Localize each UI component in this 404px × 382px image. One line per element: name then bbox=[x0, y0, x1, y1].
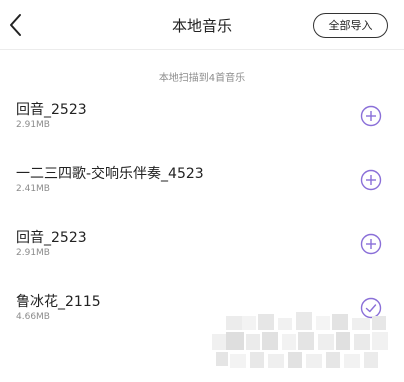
top-bar: 本地音乐 全部导入 bbox=[0, 0, 404, 50]
song-title: 回音_2523 bbox=[16, 102, 87, 118]
song-title: 鲁冰花_2115 bbox=[16, 294, 101, 310]
watermark-blur bbox=[212, 312, 404, 382]
song-item: 一二三四歌-交响乐伴奏_4523 2.41MB bbox=[0, 163, 404, 223]
song-size: 2.91MB bbox=[16, 248, 50, 258]
song-item: 回音_2523 2.91MB bbox=[0, 227, 404, 287]
import-all-button[interactable]: 全部导入 bbox=[313, 13, 388, 38]
scan-result-text: 本地扫描到4首音乐 bbox=[158, 73, 246, 84]
song-size: 2.91MB bbox=[16, 120, 50, 130]
add-circle-icon[interactable] bbox=[360, 233, 382, 255]
song-item: 回音_2523 2.91MB bbox=[0, 99, 404, 159]
add-circle-icon[interactable] bbox=[360, 169, 382, 191]
song-size: 2.41MB bbox=[16, 184, 50, 194]
song-size: 4.66MB bbox=[16, 312, 50, 322]
song-title: 回音_2523 bbox=[16, 230, 87, 246]
song-title: 一二三四歌-交响乐伴奏_4523 bbox=[16, 166, 204, 182]
add-circle-icon[interactable] bbox=[360, 105, 382, 127]
